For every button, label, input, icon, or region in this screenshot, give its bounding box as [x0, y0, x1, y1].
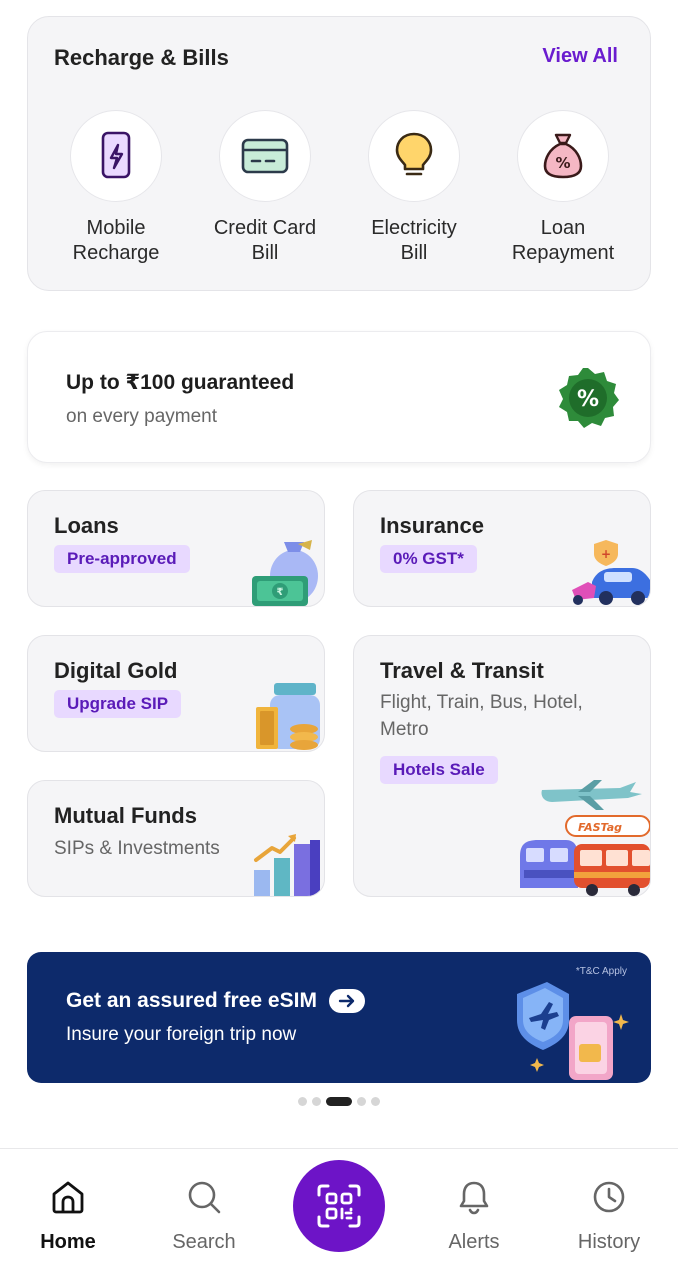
insurance-tile[interactable]: Insurance 0% GST* + [353, 490, 651, 607]
nav-history[interactable]: History [554, 1177, 664, 1254]
svg-text:₹: ₹ [277, 587, 284, 598]
digital-gold-tile[interactable]: Digital Gold Upgrade SIP [27, 635, 325, 752]
carousel-dot[interactable] [298, 1097, 307, 1106]
esim-banner[interactable]: *T&C Apply Get an assured free eSIM Insu… [27, 952, 651, 1083]
mobile-recharge-label-2: Recharge [72, 242, 160, 264]
travel-subtitle-line-2: Metro [380, 719, 429, 740]
electricity-label-1: Electricity [371, 217, 457, 239]
carousel-dot[interactable] [357, 1097, 366, 1106]
nav-home-label: Home [40, 1231, 96, 1253]
carousel-dot-active[interactable] [326, 1097, 352, 1106]
light-bulb-icon [395, 132, 433, 176]
loans-tile[interactable]: Loans Pre-approved ₹ [27, 490, 325, 607]
percent-badge-icon: % [559, 368, 619, 428]
travel-transit-tile[interactable]: Travel & Transit Flight, Train, Bus, Hot… [353, 635, 651, 897]
qr-scan-icon [317, 1184, 361, 1228]
svg-text:+: + [601, 547, 611, 561]
travel-vehicles-icon: FASTag [520, 780, 650, 896]
loans-chip: Pre-approved [54, 545, 190, 573]
shield-plane-sim-icon [517, 982, 629, 1080]
money-bag-percent-icon: % [543, 133, 583, 179]
mutual-funds-title: Mutual Funds [54, 803, 197, 828]
svg-text:FASTag: FASTag [578, 821, 622, 834]
esim-title: Get an assured free eSIM [66, 989, 317, 1012]
credit-card-label-2: Bill [251, 242, 279, 264]
mobile-phone-icon [101, 131, 131, 179]
money-bag-icon: ₹ [252, 540, 318, 606]
gold-jar-icon [256, 683, 320, 750]
nav-home[interactable]: Home [13, 1177, 123, 1254]
home-icon [52, 1181, 84, 1214]
bell-icon [459, 1181, 489, 1215]
cashback-title: Up to ₹100 guaranteed [66, 371, 295, 394]
carousel-dot[interactable] [312, 1097, 321, 1106]
recharge-bills-card: Recharge & Bills View All Mobile Recharg… [27, 16, 651, 291]
arrow-right-icon[interactable] [328, 989, 365, 1013]
view-all-link[interactable]: View All [542, 45, 618, 68]
mobile-recharge-item[interactable]: Mobile Recharge [41, 110, 191, 266]
digital-gold-chip: Upgrade SIP [54, 690, 182, 718]
mutual-funds-subtitle: SIPs & Investments [54, 838, 220, 859]
svg-text:%: % [577, 387, 599, 412]
credit-card-bill-item[interactable]: Credit Card Bill [190, 110, 340, 266]
vehicle-insurance-icon: + [572, 540, 650, 605]
search-icon [188, 1181, 221, 1214]
hotels-sale-chip: Hotels Sale [380, 756, 498, 784]
mobile-recharge-label-1: Mobile [86, 217, 146, 239]
cashback-subtitle: on every payment [66, 406, 218, 427]
loan-repayment-item[interactable]: % Loan Repayment [488, 110, 638, 266]
loan-repayment-label-2: Repayment [511, 242, 615, 264]
credit-card-icon [241, 138, 289, 174]
electricity-bill-item[interactable]: Electricity Bill [339, 110, 489, 266]
clock-history-icon [593, 1181, 625, 1213]
nav-alerts-label: Alerts [448, 1231, 500, 1253]
mutual-funds-tile[interactable]: Mutual Funds SIPs & Investments [27, 780, 325, 897]
nav-alerts[interactable]: Alerts [419, 1177, 529, 1254]
loan-repayment-label-1: Loan [540, 217, 586, 239]
terms-apply-text: *T&C Apply [575, 966, 627, 977]
carousel-dot[interactable] [371, 1097, 380, 1106]
cashback-offer-card[interactable]: Up to ₹100 guaranteed on every payment % [27, 331, 651, 463]
electricity-label-2: Bill [400, 242, 428, 264]
travel-subtitle-line-1: Flight, Train, Bus, Hotel, [380, 692, 583, 713]
nav-search[interactable]: Search [149, 1177, 259, 1254]
nav-search-label: Search [172, 1231, 236, 1253]
growth-bar-chart-icon [254, 834, 320, 896]
scan-qr-button[interactable] [293, 1160, 385, 1252]
credit-card-label-1: Credit Card [213, 217, 317, 239]
digital-gold-title: Digital Gold [54, 658, 178, 683]
insurance-chip: 0% GST* [380, 545, 477, 573]
nav-history-label: History [577, 1231, 641, 1253]
carousel-indicator [0, 1097, 678, 1106]
svg-text:%: % [555, 154, 570, 172]
loans-title: Loans [54, 513, 119, 538]
recharge-bills-title: Recharge & Bills [54, 45, 229, 70]
travel-title: Travel & Transit [380, 658, 544, 683]
esim-subtitle: Insure your foreign trip now [66, 1024, 297, 1045]
bottom-navigation: Home Search Alerts History [0, 1148, 678, 1280]
insurance-title: Insurance [380, 513, 484, 538]
